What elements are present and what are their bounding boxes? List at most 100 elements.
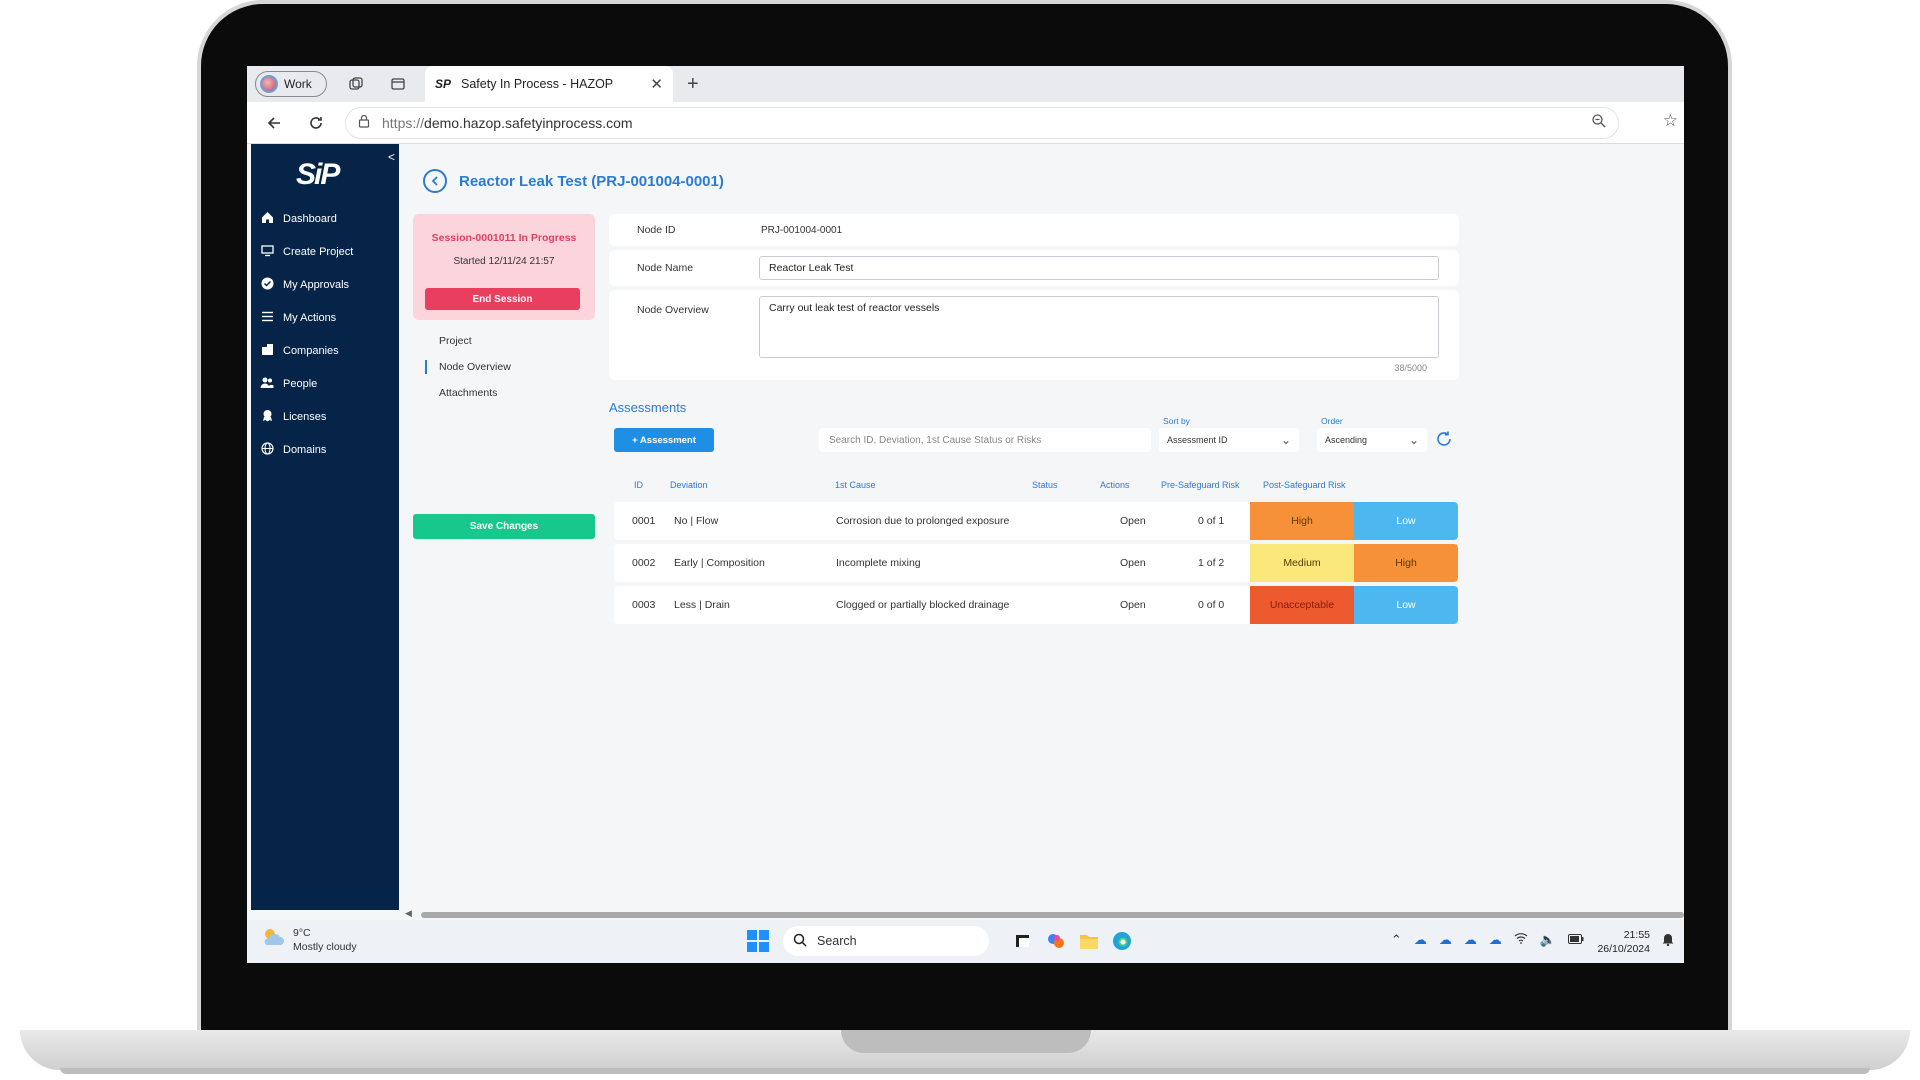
save-changes-button[interactable]: Save Changes bbox=[413, 514, 595, 539]
address-bar: https://demo.hazop.safetyinprocess.com bbox=[247, 102, 1684, 144]
main-content: Reactor Leak Test (PRJ-001004-0001) Sess… bbox=[399, 144, 1684, 910]
row-deviation: No | Flow bbox=[674, 515, 719, 527]
sort-by-select[interactable]: Assessment ID ⌄ bbox=[1159, 428, 1299, 452]
sort-by-label: Sort by bbox=[1163, 416, 1190, 426]
row-status: Open bbox=[1120, 599, 1146, 611]
sidebar-item-create-project[interactable]: Create Project bbox=[251, 235, 399, 268]
collapse-sidebar-icon[interactable]: < bbox=[388, 150, 395, 164]
column-header-post-risk[interactable]: Post-Safeguard Risk bbox=[1263, 480, 1346, 490]
onedrive-icon[interactable]: ☁ bbox=[1489, 932, 1502, 948]
pre-risk-badge: High bbox=[1250, 502, 1354, 540]
sidebar-item-my-approvals[interactable]: My Approvals bbox=[251, 268, 399, 301]
zoom-icon[interactable] bbox=[1591, 113, 1606, 132]
order-select[interactable]: Ascending ⌄ bbox=[1317, 428, 1427, 452]
order-value: Ascending bbox=[1325, 435, 1368, 445]
workspaces-icon[interactable] bbox=[343, 71, 369, 97]
left-menu-project[interactable]: Project bbox=[413, 328, 595, 354]
edge-browser-icon[interactable] bbox=[1109, 928, 1135, 954]
sidebar-item-label: Companies bbox=[283, 344, 339, 357]
onedrive-icon[interactable]: ☁ bbox=[1439, 932, 1452, 948]
onedrive-icon[interactable]: ☁ bbox=[1464, 932, 1477, 948]
sidebar-item-people[interactable]: People bbox=[251, 367, 399, 400]
session-started: Started 12/11/24 21:57 bbox=[453, 256, 555, 267]
url-protocol: https:// bbox=[382, 114, 425, 131]
screen: Work SP Safety In Process - HAZOP ✕ + ht… bbox=[247, 66, 1684, 963]
notification-bell-icon[interactable] bbox=[1662, 932, 1674, 949]
search-icon bbox=[793, 933, 807, 950]
tab-actions-icon[interactable] bbox=[385, 71, 411, 97]
table-row[interactable]: 0003 Less | Drain Clogged or partially b… bbox=[614, 586, 1458, 624]
node-name-input[interactable] bbox=[759, 256, 1439, 280]
sidebar-item-companies[interactable]: Companies bbox=[251, 334, 399, 367]
sidebar-item-domains[interactable]: Domains bbox=[251, 433, 399, 466]
list-icon bbox=[259, 310, 275, 326]
windows-start-icon[interactable] bbox=[747, 930, 769, 952]
active-tab[interactable]: SP Safety In Process - HAZOP ✕ bbox=[425, 66, 673, 102]
chevron-down-icon: ⌄ bbox=[1408, 433, 1419, 447]
end-session-button[interactable]: End Session bbox=[425, 288, 580, 310]
table-row[interactable]: 0001 No | Flow Corrosion due to prolonge… bbox=[614, 502, 1458, 540]
row-status: Open bbox=[1120, 515, 1146, 527]
chevron-up-icon[interactable]: ⌃ bbox=[1391, 932, 1402, 948]
taskbar-search[interactable]: Search bbox=[783, 926, 989, 956]
taskbar-search-label: Search bbox=[817, 934, 857, 948]
volume-icon[interactable]: 🔈 bbox=[1540, 932, 1556, 948]
refresh-icon[interactable] bbox=[1433, 428, 1455, 450]
column-header-id[interactable]: ID bbox=[634, 480, 643, 490]
table-row[interactable]: 0002 Early | Composition Incomplete mixi… bbox=[614, 544, 1458, 582]
left-menu-attachments[interactable]: Attachments bbox=[413, 380, 595, 406]
avatar bbox=[260, 75, 278, 93]
laptop-foot bbox=[60, 1068, 1870, 1074]
row-actions: 1 of 2 bbox=[1198, 557, 1225, 569]
profile-button[interactable]: Work bbox=[255, 71, 327, 97]
order-label: Order bbox=[1321, 416, 1343, 426]
file-explorer-icon[interactable] bbox=[1076, 928, 1102, 954]
sidebar-item-label: People bbox=[283, 377, 318, 390]
column-header-cause[interactable]: 1st Cause bbox=[835, 480, 876, 490]
add-assessment-button[interactable]: + Assessment bbox=[614, 428, 714, 452]
profile-label: Work bbox=[284, 77, 312, 91]
sidebar-item-label: My Approvals bbox=[283, 278, 350, 291]
row-deviation: Early | Composition bbox=[674, 557, 765, 569]
reload-icon[interactable] bbox=[301, 108, 331, 138]
node-overview-textarea[interactable] bbox=[759, 296, 1439, 358]
battery-icon[interactable] bbox=[1568, 932, 1584, 948]
scroll-left-icon[interactable]: ◀ bbox=[405, 908, 412, 919]
horizontal-scrollbar[interactable]: ◀ bbox=[399, 908, 1684, 920]
copilot-icon[interactable] bbox=[1043, 928, 1069, 954]
onedrive-icon[interactable]: ☁ bbox=[1414, 932, 1427, 948]
back-arrow-icon[interactable] bbox=[259, 108, 289, 138]
left-menu: Project Node Overview Attachments bbox=[413, 328, 595, 508]
left-menu-node-overview[interactable]: Node Overview bbox=[413, 354, 595, 380]
sidebar-item-my-actions[interactable]: My Actions bbox=[251, 301, 399, 334]
row-cause: Corrosion due to prolonged exposure bbox=[836, 515, 1010, 527]
node-overview-card: Node Overview 38/5000 bbox=[609, 290, 1459, 380]
column-header-pre-risk[interactable]: Pre-Safeguard Risk bbox=[1161, 480, 1240, 490]
column-header-actions[interactable]: Actions bbox=[1100, 480, 1130, 490]
task-view-icon[interactable] bbox=[1010, 928, 1036, 954]
column-header-status[interactable]: Status bbox=[1032, 480, 1058, 490]
laptop-notch bbox=[841, 1030, 1091, 1053]
assessment-search-input[interactable]: Search ID, Deviation, 1st Cause Status o… bbox=[819, 428, 1151, 452]
sidebar-item-licenses[interactable]: Licenses bbox=[251, 400, 399, 433]
favorite-star-icon[interactable]: ☆ bbox=[1663, 111, 1678, 131]
row-actions: 0 of 1 bbox=[1198, 515, 1225, 527]
sidebar-item-dashboard[interactable]: Dashboard bbox=[251, 202, 399, 235]
new-tab-button[interactable]: + bbox=[687, 73, 699, 96]
people-icon bbox=[259, 376, 275, 392]
clock[interactable]: 21:55 26/10/2024 bbox=[1597, 928, 1650, 956]
pre-risk-badge: Unacceptable bbox=[1250, 586, 1354, 624]
back-button[interactable] bbox=[423, 169, 447, 193]
lock-icon bbox=[358, 114, 370, 131]
tab-favicon: SP bbox=[435, 77, 452, 91]
scrollbar-thumb[interactable] bbox=[421, 912, 1684, 918]
url-input[interactable]: https://demo.hazop.safetyinprocess.com bbox=[345, 106, 1619, 139]
wifi-icon[interactable] bbox=[1514, 932, 1528, 948]
monitor-icon bbox=[259, 244, 275, 260]
weather-widget[interactable]: 9°C Mostly cloudy bbox=[261, 926, 357, 954]
tab-close-icon[interactable]: ✕ bbox=[650, 75, 663, 93]
globe-icon bbox=[259, 441, 275, 458]
column-header-deviation[interactable]: Deviation bbox=[670, 480, 708, 490]
node-id-label: Node ID bbox=[637, 224, 676, 236]
assessments-title: Assessments bbox=[609, 400, 687, 415]
